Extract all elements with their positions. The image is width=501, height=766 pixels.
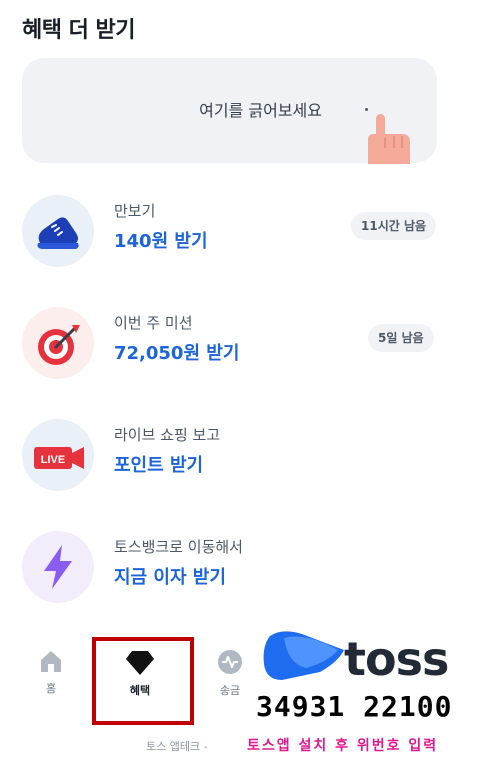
page-title: 혜택 더 받기 xyxy=(22,18,136,43)
tab-transfer[interactable]: 송금 xyxy=(200,648,260,698)
benefit-row-live-shopping[interactable]: LIVE 라이브 쇼핑 보고 포인트 받기 xyxy=(0,414,501,504)
dart-target-icon xyxy=(38,325,80,365)
benefit-reward: 72,050원 받기 xyxy=(114,343,240,364)
tab-label: 송금 xyxy=(219,684,241,697)
benefit-icon-circle xyxy=(22,195,94,267)
pointing-hand-icon xyxy=(368,114,410,164)
benefit-icon-circle: LIVE xyxy=(22,419,94,491)
home-icon xyxy=(41,651,61,672)
benefit-icon-circle xyxy=(22,531,94,603)
benefit-title: 토스뱅크로 이동해서 xyxy=(114,538,243,556)
toss-brand-text: toss xyxy=(344,632,449,686)
benefit-row-toss-bank[interactable]: 토스뱅크로 이동해서 지금 이자 받기 xyxy=(0,526,501,616)
live-camera-icon: LIVE xyxy=(34,447,84,469)
sneaker-icon xyxy=(37,217,79,249)
benefit-reward: 포인트 받기 xyxy=(114,455,204,476)
time-left-badge: 11시간 남음 xyxy=(351,212,437,240)
highlight-box xyxy=(92,637,194,725)
scratch-dot xyxy=(365,108,368,111)
benefit-title: 라이브 쇼핑 보고 xyxy=(114,426,221,444)
install-instruction: 토스앱 설치 후 위번호 입력 xyxy=(247,738,439,754)
benefit-title: 이번 주 미션 xyxy=(114,314,193,332)
benefit-row-weekly-mission[interactable]: 이번 주 미션 72,050원 받기 5일 남음 xyxy=(0,302,501,392)
footer-caption: 토스 앱테크 - xyxy=(146,740,208,753)
benefit-row-pedometer[interactable]: 만보기 140원 받기 11시간 남음 xyxy=(0,190,501,280)
tab-home[interactable]: 홈 xyxy=(21,648,81,696)
time-left-badge: 5일 남음 xyxy=(368,324,434,352)
lightning-icon xyxy=(44,545,72,589)
tab-label: 홈 xyxy=(45,682,57,695)
benefit-reward: 140원 받기 xyxy=(114,231,208,252)
benefit-icon-circle xyxy=(22,307,94,379)
phone-number: 34931 22100 xyxy=(256,690,453,723)
scratch-card-text: 여기를 긁어보세요 xyxy=(199,101,322,120)
transfer-icon xyxy=(218,650,242,674)
scratch-card[interactable]: 여기를 긁어보세요 xyxy=(22,58,437,164)
benefit-title: 만보기 xyxy=(114,202,156,220)
live-label: LIVE xyxy=(41,454,65,466)
benefit-reward: 지금 이자 받기 xyxy=(114,567,226,588)
